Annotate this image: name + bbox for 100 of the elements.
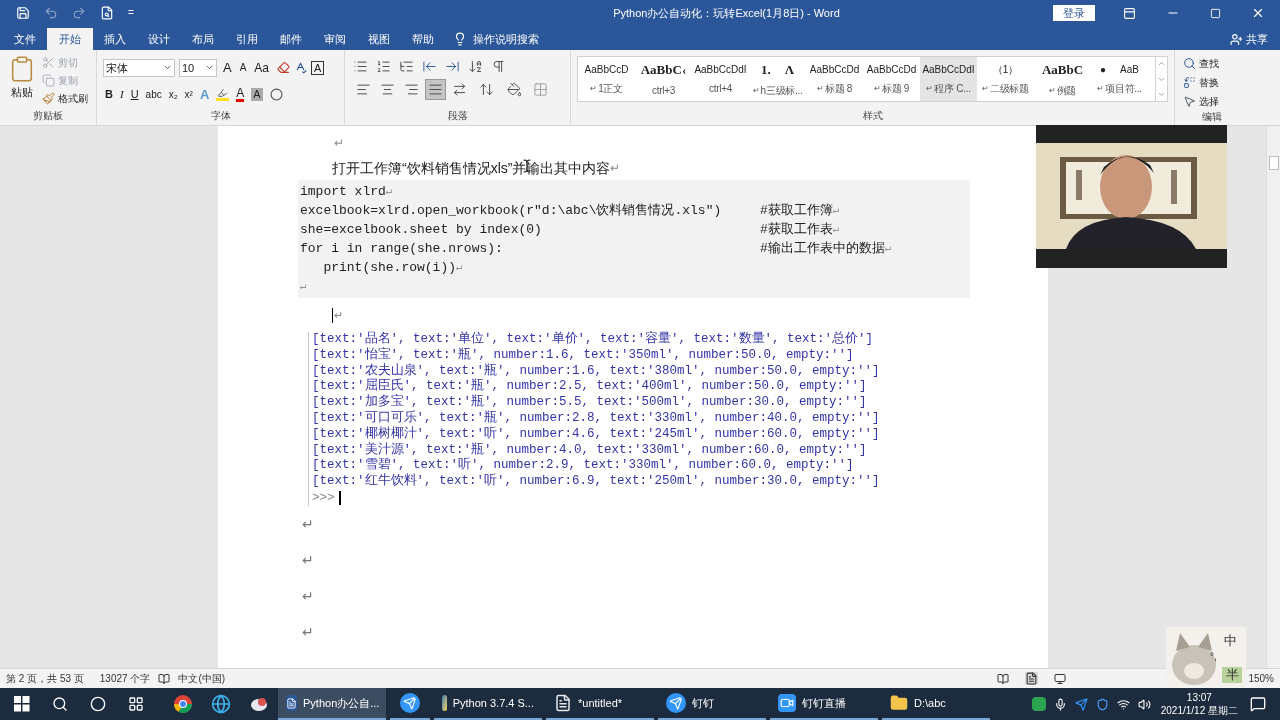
style-gallery-item[interactable]: AaBbC‹ ctrl+3 [635, 57, 692, 101]
character-border-button[interactable]: A [311, 60, 325, 75]
circle-icon[interactable] [90, 696, 106, 712]
bullets-icon[interactable] [353, 59, 368, 74]
web-layout-icon[interactable] [1054, 672, 1067, 685]
editing-command[interactable]: 选择 [1199, 94, 1219, 109]
language-indicator[interactable]: 中文(中国) [178, 671, 226, 686]
task-view-icon[interactable] [128, 696, 144, 712]
ribbon-tab[interactable]: 引用 [225, 28, 269, 50]
print-preview-icon[interactable] [100, 6, 114, 20]
editing-command[interactable]: 查找 [1199, 56, 1219, 71]
volume-icon[interactable] [1137, 697, 1151, 711]
format-button[interactable]: x² [184, 86, 193, 102]
decrease-indent-icon[interactable] [422, 59, 437, 74]
eraser-icon[interactable] [277, 61, 291, 75]
restore-icon[interactable] [1210, 7, 1221, 19]
shading-button[interactable]: A [251, 87, 263, 101]
style-gallery-item[interactable]: AaBbCcDdI ctrl+4 [692, 57, 749, 101]
shield-icon[interactable] [1095, 697, 1109, 711]
taskbar-button[interactable]: Python 3.7.4 S... [434, 688, 542, 720]
zoom-level[interactable]: 150% [1248, 671, 1274, 686]
paint-bucket-icon[interactable] [507, 82, 522, 97]
vertical-scrollbar[interactable] [1266, 126, 1280, 668]
pilcrow-icon[interactable] [491, 59, 506, 74]
undo-icon[interactable] [44, 6, 58, 20]
ribbon-tab[interactable]: 设计 [137, 28, 181, 50]
format-button[interactable]: B [105, 86, 113, 103]
paragraph-mark: ↵ [334, 307, 343, 323]
ime-punctuation[interactable]: °, [1210, 649, 1217, 664]
save-icon[interactable] [16, 6, 30, 20]
taskbar-button[interactable]: Python办公自... [278, 688, 386, 720]
taskbar-button[interactable]: *untitled* [546, 688, 654, 720]
read-mode-icon[interactable] [997, 672, 1010, 685]
phonetic-icon[interactable] [294, 61, 308, 75]
increase-indent-icon[interactable] [445, 59, 460, 74]
alignment-button[interactable] [425, 79, 446, 100]
font-tool-button[interactable]: Aa [252, 58, 272, 77]
microphone-icon[interactable] [1053, 697, 1067, 711]
style-preview: AaBbCcDdI [694, 63, 747, 77]
font-name-field[interactable]: 宋体 [103, 58, 175, 77]
output-line: [text:'屈臣氏', text:'瓶', number:2.5, text:'400ml', number:50.0, empty:''] [312, 379, 868, 394]
tell-me-field[interactable]: 操作说明搜索 [473, 30, 539, 48]
taskbar-button[interactable]: 钉钉 [658, 688, 766, 720]
share-button[interactable]: 共享 [1246, 30, 1268, 48]
line-spacing-icon[interactable] [479, 82, 494, 97]
ribbon-tab[interactable]: 帮助 [401, 28, 445, 50]
format-button[interactable]: I [119, 86, 124, 103]
paintbrush-icon [42, 92, 55, 105]
enclose-icon[interactable] [269, 87, 283, 101]
taskbar-button[interactable]: 钉钉直播 [770, 688, 878, 720]
numbering-icon[interactable] [376, 59, 391, 74]
ribbon-tab[interactable]: 审阅 [313, 28, 357, 50]
ribbon-tab[interactable]: 文件 [3, 28, 47, 50]
search-icon[interactable] [52, 696, 68, 712]
format-button[interactable]: U [130, 86, 139, 103]
customize-menu[interactable]: = [128, 6, 134, 20]
style-gallery-item[interactable]: AaBbCcDd ↵标题 8 [806, 57, 863, 101]
style-name: 项目符... [1105, 82, 1142, 96]
dingtalk-tray-icon[interactable] [1074, 697, 1088, 711]
notification-icon[interactable] [1250, 696, 1266, 712]
network-icon[interactable] [1116, 697, 1130, 711]
ribbon-tab[interactable]: 开始 [47, 28, 93, 50]
taskbar-button[interactable]: D:\abc [882, 688, 990, 720]
word-count[interactable]: 13027 个字 [99, 671, 151, 686]
ime-mode[interactable]: 中 [1224, 631, 1237, 651]
editing-command[interactable]: 替换 [1199, 75, 1219, 90]
close-icon[interactable] [1251, 6, 1265, 20]
ribbon-tab[interactable]: 布局 [181, 28, 225, 50]
font-size-field[interactable]: 10 [179, 58, 217, 77]
page-count[interactable]: 第 2 页，共 53 页 [6, 671, 84, 686]
style-gallery-item[interactable]: AaBbCcDdI ↵程序 C... [920, 57, 977, 101]
clock[interactable]: 13:07 2021/1/12 星期二 [1160, 691, 1238, 717]
redo-icon[interactable] [72, 6, 86, 20]
multilevel-list-icon[interactable] [399, 59, 414, 74]
highlighter-icon[interactable] [216, 87, 230, 101]
ribbon-tab[interactable]: 视图 [357, 28, 401, 50]
ribbon-display-icon[interactable] [1123, 6, 1136, 20]
style-gallery-item[interactable]: AaBbC ↵例题 [1034, 57, 1091, 101]
clipboard-command[interactable]: 格式刷 [58, 91, 88, 106]
style-name: 1正文 [598, 82, 623, 96]
style-gallery-item[interactable]: AaBbCcDd ↵标题 9 [863, 57, 920, 101]
style-gallery-item[interactable]: （1） ↵二级标题 [977, 57, 1034, 101]
tray-app-icon[interactable] [1031, 697, 1046, 711]
print-layout-icon[interactable] [1025, 672, 1039, 685]
proofing-icon[interactable] [158, 672, 171, 685]
format-button[interactable]: x₂ [168, 86, 178, 102]
paste-button[interactable]: 粘贴 [11, 84, 33, 101]
font-tool-button[interactable]: A [237, 60, 249, 76]
ribbon-tab[interactable]: 插入 [93, 28, 137, 50]
font-color-button[interactable]: A [236, 86, 245, 102]
login-button[interactable]: 登录 [1053, 5, 1095, 21]
style-gallery-item[interactable]: 1. Λ ↵h三级标... [749, 57, 806, 101]
style-gallery-item[interactable]: ● AaB ↵项目符... [1091, 57, 1148, 101]
output-line: [text:'可口可乐', text:'瓶', number:2.8, text:'330ml', number:40.0, empty:''] [312, 411, 881, 426]
sort-icon[interactable] [468, 59, 483, 74]
format-button[interactable]: abc [145, 86, 162, 102]
style-gallery-item[interactable]: AaBbCcD ↵1正文 [578, 57, 635, 101]
font-tool-button[interactable]: A [221, 58, 234, 78]
windows-logo-icon[interactable] [14, 696, 30, 712]
ribbon-tab[interactable]: 邮件 [269, 28, 313, 50]
